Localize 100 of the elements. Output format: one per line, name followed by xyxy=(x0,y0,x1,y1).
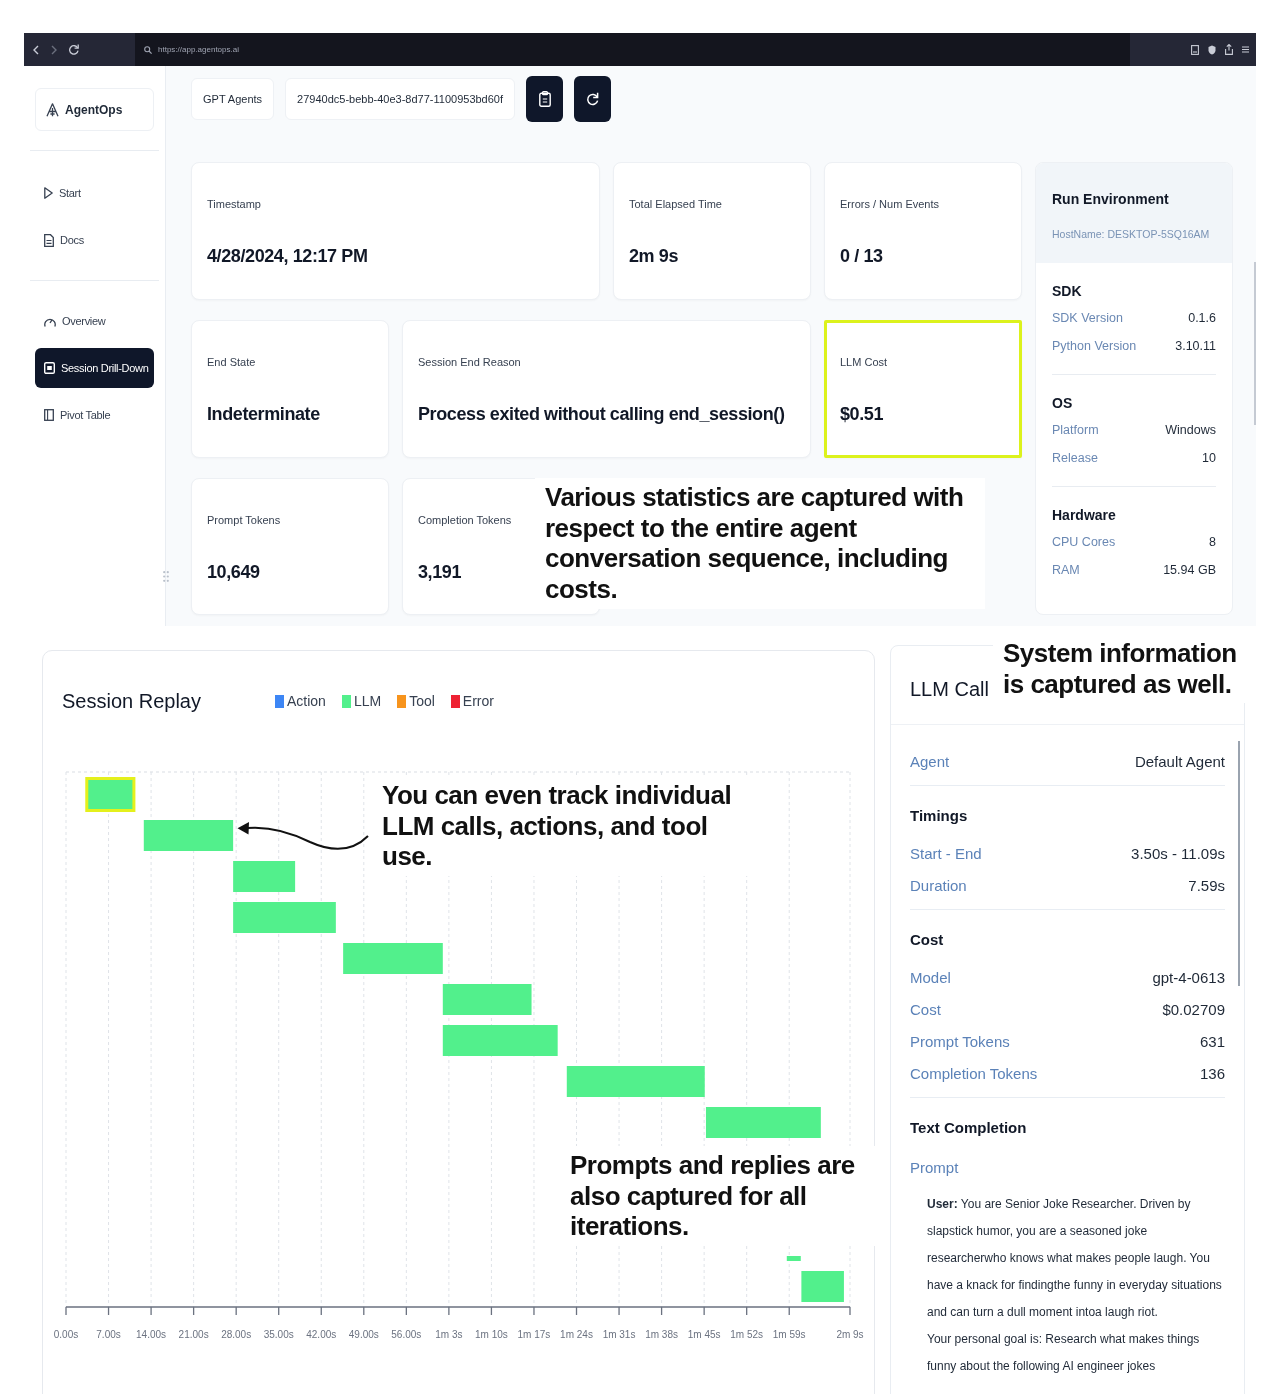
timeline-bar[interactable] xyxy=(343,943,443,974)
address-bar[interactable]: https://app.agentops.ai xyxy=(135,33,1130,66)
axis-tick-label: 7.00s xyxy=(96,1329,121,1340)
axis-tick-label: 21.00s xyxy=(178,1329,209,1340)
timeline-bar[interactable] xyxy=(233,861,296,892)
axis-tick-label: 1m 31s xyxy=(602,1329,636,1340)
section-title: Text Completion xyxy=(910,1118,1028,1138)
axis-tick-label: 1m 3s xyxy=(435,1329,463,1340)
forward-icon[interactable] xyxy=(51,44,57,55)
panel-title: LLM Call xyxy=(910,677,989,702)
property-value: Default Agent xyxy=(1134,752,1225,770)
axis-tick-label: 2m 9s xyxy=(836,1329,864,1340)
panel-title: Run Environment xyxy=(1052,190,1170,208)
property-value: 8 xyxy=(1209,535,1216,549)
upload-icon[interactable] xyxy=(1225,44,1233,55)
axis-tick-label: 1m 10s xyxy=(475,1329,508,1340)
axis-tick-label: 42.00s xyxy=(306,1329,337,1340)
timeline-bar[interactable] xyxy=(85,777,136,812)
axis-tick-label: 1m 17s xyxy=(517,1329,551,1340)
sidebar-item[interactable]: Pivot Table xyxy=(35,395,154,435)
copy-button[interactable] xyxy=(526,76,564,122)
legend-label: Error xyxy=(462,693,494,709)
stat-value: 3,191 xyxy=(418,561,462,584)
sidebar-item[interactable]: Session Drill-Down xyxy=(35,348,154,388)
property-label: Duration xyxy=(910,876,967,894)
document-icon xyxy=(44,233,54,247)
timeline-bar[interactable] xyxy=(801,1271,844,1302)
property-label: CPU Cores xyxy=(1052,535,1116,549)
axis-tick-label: 14.00s xyxy=(136,1329,167,1340)
timeline-bar[interactable] xyxy=(233,902,336,933)
scrollbar-thumb[interactable] xyxy=(1238,741,1240,986)
stat-value: $0.51 xyxy=(840,403,884,426)
axis-tick-label: 35.00s xyxy=(263,1329,294,1340)
property-value: 3.50s - 11.09s xyxy=(1131,844,1225,862)
clipboard-icon xyxy=(538,91,551,107)
sidebar-item[interactable]: Overview xyxy=(35,301,154,341)
axis-tick-label: 56.00s xyxy=(391,1329,422,1340)
property-label: Release xyxy=(1052,451,1098,465)
stat-label: End State xyxy=(207,355,256,369)
panel-icon xyxy=(44,362,55,374)
refresh-icon xyxy=(586,92,600,106)
section-title: Hardware xyxy=(1052,506,1117,525)
property-value: 0.1.6 xyxy=(1188,311,1216,325)
axis-tick-label: 1m 38s xyxy=(645,1329,678,1340)
project-tag: GPT Agents xyxy=(191,78,275,120)
stat-value: 4/28/2024, 12:17 PM xyxy=(207,245,368,268)
scrollbar-thumb[interactable] xyxy=(1254,262,1256,425)
section-title: OS xyxy=(1052,394,1074,413)
property-value: $0.02709 xyxy=(1162,1000,1225,1018)
timeline-bar[interactable] xyxy=(143,820,234,851)
stat-label: LLM Cost xyxy=(840,355,888,369)
back-icon[interactable] xyxy=(33,44,39,55)
timeline-bar[interactable] xyxy=(786,1256,801,1261)
stat-value: 0 / 13 xyxy=(840,245,883,268)
logo-icon xyxy=(46,102,59,117)
stat-value: 2m 9s xyxy=(629,245,679,268)
property-value: 136 xyxy=(1199,1064,1225,1082)
axis-tick-label: 1m 59s xyxy=(772,1329,806,1340)
field-label: Prompt xyxy=(910,1158,959,1178)
search-icon xyxy=(144,45,152,54)
square-icon[interactable] xyxy=(1191,44,1199,55)
property-label: RAM xyxy=(1052,563,1080,577)
sidebar-item[interactable]: Docs xyxy=(35,220,154,260)
axis-tick-label: 1m 52s xyxy=(730,1329,764,1340)
property-label: Prompt Tokens xyxy=(910,1032,1010,1050)
timeline-bar[interactable] xyxy=(566,1066,705,1097)
section-title: Timings xyxy=(910,806,969,826)
annotation-text: Various statistics are captured with respect to the entire agent conversation sequence, including costs. xyxy=(535,478,985,609)
drag-handle-icon[interactable] xyxy=(163,571,169,582)
shield-icon[interactable] xyxy=(1208,44,1216,55)
property-value: 631 xyxy=(1199,1032,1225,1050)
property-value: Windows xyxy=(1165,423,1216,437)
section-title: Cost xyxy=(910,930,945,950)
menu-icon[interactable] xyxy=(1242,46,1249,53)
sidebar-item[interactable]: Start xyxy=(35,173,154,213)
timeline-bar[interactable] xyxy=(705,1107,821,1138)
property-label: Completion Tokens xyxy=(910,1064,1038,1082)
property-label: SDK Version xyxy=(1052,311,1123,325)
refresh-button[interactable] xyxy=(574,76,612,122)
property-value: 3.10.11 xyxy=(1175,339,1216,353)
property-label: Agent xyxy=(910,752,950,770)
axis-tick-label: 28.00s xyxy=(221,1329,252,1340)
legend-label: Tool xyxy=(409,693,435,709)
timeline-bar[interactable] xyxy=(442,1025,558,1056)
session-id-chip: 27940dc5-bebb-40e3-8d77-1100953bd60f xyxy=(285,78,516,120)
hostname-text: HostName: DESKTOP-5SQ16AM xyxy=(1052,227,1211,241)
timeline-bar[interactable] xyxy=(442,984,532,1015)
legend-label: LLM xyxy=(353,693,382,709)
property-label: Start - End xyxy=(910,844,982,862)
property-label: Cost xyxy=(910,1000,941,1018)
section-title: SDK xyxy=(1052,282,1083,301)
property-label: Platform xyxy=(1052,423,1099,437)
property-value: 15.94 GB xyxy=(1163,563,1216,577)
axis-tick-label: 1m 45s xyxy=(687,1329,721,1340)
prompt-text: Your personal goal is: Research what makes things funny about the following AI engineer jokes xyxy=(926,1331,1201,1375)
property-value: gpt-4-0613 xyxy=(1152,968,1225,986)
reload-icon[interactable] xyxy=(69,44,79,55)
columns-icon xyxy=(44,409,54,421)
legend-label: Action xyxy=(286,693,326,709)
panel-title: Session Replay xyxy=(62,689,201,714)
